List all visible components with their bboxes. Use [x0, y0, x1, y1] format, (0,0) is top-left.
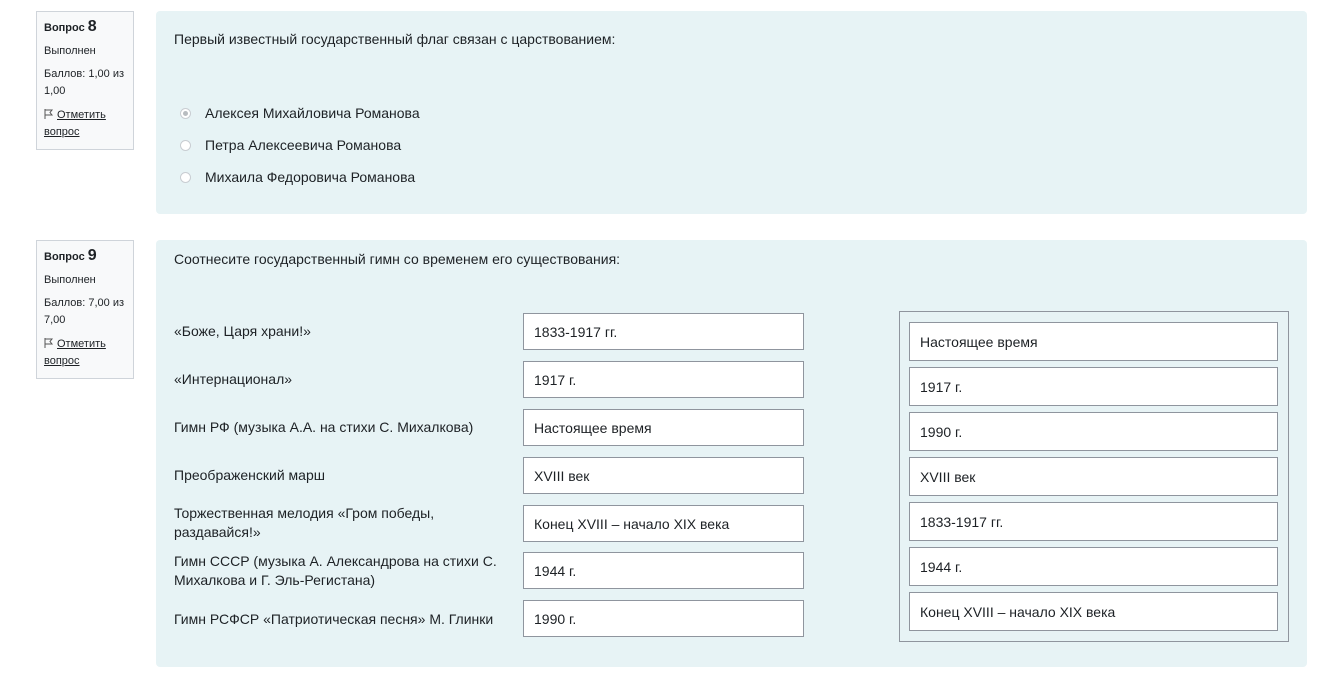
drag-choice[interactable]: Настоящее время [909, 322, 1278, 361]
question-content-8: Первый известный государственный флаг св… [156, 11, 1307, 214]
drop-zone[interactable]: XVIII век [523, 457, 804, 494]
flag-icon [44, 109, 54, 119]
drop-zone[interactable]: Настоящее время [523, 409, 804, 446]
flag-question[interactable]: Отметить вопрос [44, 107, 125, 141]
question-state: Выполнен [44, 45, 96, 57]
drag-choice[interactable]: 1833-1917 гг. [909, 502, 1278, 541]
drag-choice[interactable]: Конец XVIII – начало XIX века [909, 592, 1278, 631]
answer-label: Михаила Федоровича Романова [205, 169, 416, 185]
flag-question[interactable]: Отметить вопрос [44, 336, 125, 370]
question-state: Выполнен [44, 274, 96, 286]
answer-option[interactable]: Алексея Михайловича Романова [180, 105, 420, 121]
drop-zone[interactable]: 1917 г. [523, 361, 804, 398]
question-text: Соотнесите государственный гимн со време… [174, 251, 621, 267]
drop-zone[interactable]: Конец XVIII – начало XIX века [523, 505, 804, 542]
radio-button[interactable] [180, 139, 191, 151]
drag-choice[interactable]: 1944 г. [909, 547, 1278, 586]
drag-choices-container: Настоящее время 1917 г. 1990 г. XVIII ве… [899, 311, 1289, 642]
drop-zone[interactable]: 1944 г. [523, 552, 804, 589]
answer-label: Алексея Михайловича Романова [205, 105, 420, 121]
match-item-label: Гимн СССР (музыка А. Александрова на сти… [174, 553, 497, 588]
flag-icon [44, 338, 54, 348]
match-item-label: Гимн РСФСР «Патриотическая песня» М. Гли… [174, 611, 494, 627]
match-item-label: «Интернационал» [174, 371, 293, 387]
answer-label: Петра Алексеевича Романова [205, 137, 402, 153]
match-item-label: Преображенский марш [174, 467, 325, 483]
match-item-label: «Боже, Царя храни!» [174, 323, 311, 339]
question-number: Вопрос 8 [44, 18, 97, 35]
answer-option[interactable]: Михаила Федоровича Романова [180, 169, 415, 185]
question-info-8: Вопрос 8 Выполнен Баллов: 1,00 из 1,00 О… [36, 11, 134, 150]
match-item-label: Торжественная мелодия «Гром победы, разд… [174, 505, 435, 540]
question-number: Вопрос 9 [44, 247, 97, 264]
question-info-9: Вопрос 9 Выполнен Баллов: 7,00 из 7,00 О… [36, 240, 134, 379]
drag-choice[interactable]: 1917 г. [909, 367, 1278, 406]
drag-choice[interactable]: XVIII век [909, 457, 1278, 496]
question-content-9: Соотнесите государственный гимн со време… [156, 240, 1307, 667]
drop-zone[interactable]: 1990 г. [523, 600, 804, 637]
question-grade: Баллов: 7,00 из 7,00 [44, 297, 125, 326]
question-grade: Баллов: 1,00 из 1,00 [44, 68, 125, 97]
drop-zone[interactable]: 1833-1917 гг. [523, 313, 804, 350]
match-item-label: Гимн РФ (музыка А.А. на стихи С. Михалко… [174, 419, 474, 435]
radio-button[interactable] [180, 107, 191, 119]
question-text: Первый известный государственный флаг св… [174, 31, 616, 47]
radio-button[interactable] [180, 171, 191, 183]
drag-choice[interactable]: 1990 г. [909, 412, 1278, 451]
answer-option[interactable]: Петра Алексеевича Романова [180, 137, 401, 153]
